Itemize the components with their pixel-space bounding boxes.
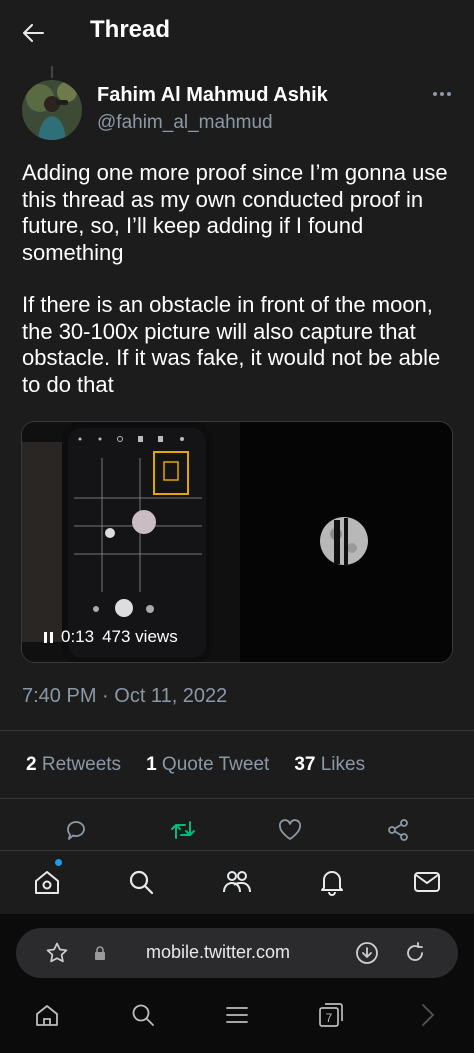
tweet-text: Adding one more proof since I’m gonna us… xyxy=(22,160,462,398)
author-name[interactable]: Fahim Al Mahmud Ashik xyxy=(97,84,328,107)
retweet-icon xyxy=(171,821,195,839)
browser-chrome: mobile.twitter.com 7 xyxy=(0,914,474,1053)
like-button[interactable] xyxy=(276,816,304,844)
tweet-paragraph: If there is an obstacle in front of the … xyxy=(22,292,441,397)
browser-menu-icon xyxy=(226,1007,248,1023)
download-button[interactable] xyxy=(354,940,380,966)
more-dot xyxy=(440,92,444,96)
retweets-stat[interactable]: 2 Retweets xyxy=(26,754,121,776)
likes-count: 37 xyxy=(294,754,316,775)
back-button[interactable] xyxy=(18,18,48,48)
reply-button[interactable] xyxy=(62,816,90,844)
communities-icon xyxy=(223,871,251,893)
likes-stat[interactable]: 37 Likes xyxy=(294,754,365,776)
reply-icon xyxy=(67,821,85,840)
like-icon xyxy=(278,819,302,840)
browser-home-button[interactable] xyxy=(32,1000,62,1030)
address-bar[interactable]: mobile.twitter.com xyxy=(16,928,458,978)
tweet-timestamp[interactable]: 7:40 PM · Oct 11, 2022 xyxy=(22,685,227,708)
more-dot xyxy=(433,92,437,96)
browser-search-icon xyxy=(132,1004,154,1026)
browser-search-button[interactable] xyxy=(128,1000,158,1030)
likes-label: Likes xyxy=(320,754,366,775)
tab-messages[interactable] xyxy=(410,865,444,899)
forward-button[interactable] xyxy=(412,1000,442,1030)
bookmark-star-button[interactable] xyxy=(44,940,70,966)
tab-count: 7 xyxy=(326,1011,333,1025)
pause-icon[interactable] xyxy=(44,631,53,643)
tab-search[interactable] xyxy=(124,865,158,899)
tab-home[interactable] xyxy=(30,865,64,899)
arrow-left-icon xyxy=(23,24,44,42)
browser-menu-button[interactable] xyxy=(222,1000,252,1030)
tweet-video[interactable]: 0:13 473 views xyxy=(21,421,453,663)
video-time: 0:13 xyxy=(61,627,95,646)
tweet-stats: 2 Retweets 1 Quote Tweet 37 Likes xyxy=(26,754,390,776)
quotes-label: Quote Tweet xyxy=(161,754,270,775)
forward-icon xyxy=(422,1004,434,1026)
tweet-paragraph: Adding one more proof since I’m gonna us… xyxy=(22,160,448,265)
quote-tweets-stat[interactable]: 1 Quote Tweet xyxy=(146,754,269,776)
video-overlay: 0:13 473 views xyxy=(44,627,178,647)
tabs-button[interactable]: 7 xyxy=(316,1000,346,1030)
download-icon xyxy=(356,942,378,964)
divider xyxy=(0,730,474,731)
share-button[interactable] xyxy=(384,816,412,844)
lock-icon xyxy=(92,944,108,962)
more-options-button[interactable] xyxy=(428,84,456,104)
app-screen: Thread Fahim Al Mahmud Ashik @fahim_al_m… xyxy=(0,0,474,1053)
retweets-count: 2 xyxy=(26,754,37,775)
url-text[interactable]: mobile.twitter.com xyxy=(146,942,290,963)
tweet-actions xyxy=(0,810,474,850)
thread-connector-line xyxy=(51,66,53,78)
top-header: Thread xyxy=(0,0,474,64)
star-icon xyxy=(46,942,68,963)
video-right-frame xyxy=(240,422,452,662)
notifications-icon xyxy=(321,871,343,896)
retweets-label: Retweets xyxy=(41,754,122,775)
share-icon xyxy=(388,819,408,841)
tab-communities[interactable] xyxy=(220,865,254,899)
moon-graphic xyxy=(240,422,452,662)
browser-home-icon xyxy=(36,1005,58,1026)
search-icon xyxy=(129,870,154,895)
bottom-tab-bar xyxy=(0,850,474,914)
video-views: 473 views xyxy=(102,627,178,646)
tabs-icon: 7 xyxy=(319,1003,343,1027)
quotes-count: 1 xyxy=(146,754,157,775)
reload-button[interactable] xyxy=(402,940,428,966)
divider xyxy=(0,798,474,799)
home-notification-dot xyxy=(55,859,62,866)
tab-notifications[interactable] xyxy=(315,865,349,899)
reload-icon xyxy=(407,942,423,961)
retweet-button[interactable] xyxy=(169,816,197,844)
page-title: Thread xyxy=(90,16,171,43)
avatar[interactable] xyxy=(22,80,82,140)
messages-icon xyxy=(414,872,440,892)
home-icon xyxy=(35,871,59,894)
author-handle[interactable]: @fahim_al_mahmud xyxy=(97,112,273,134)
more-dot xyxy=(447,92,451,96)
